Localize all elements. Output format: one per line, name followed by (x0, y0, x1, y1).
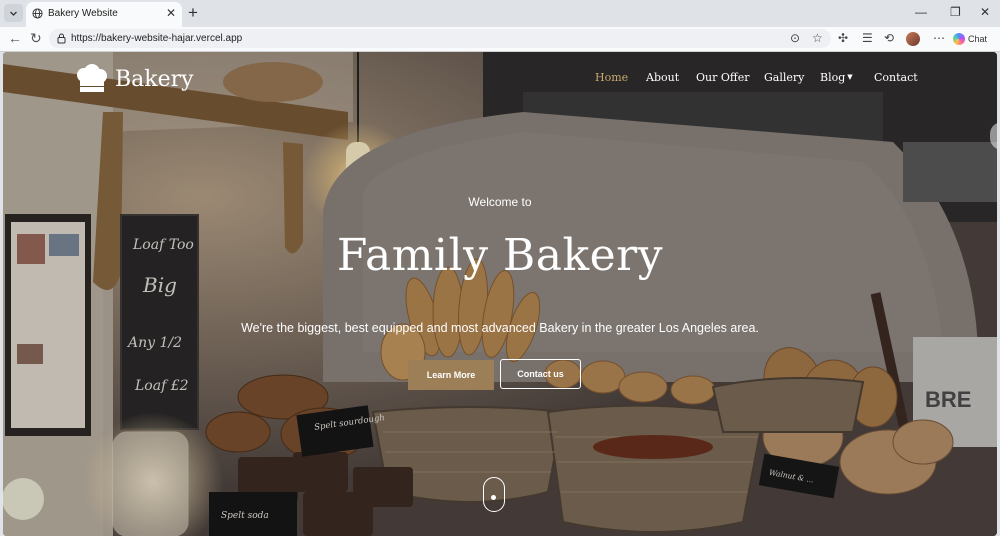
chat-label: Chat (968, 34, 988, 44)
favorites-icon[interactable]: ☰ (862, 32, 873, 44)
history-icon[interactable]: ⟲ (884, 32, 894, 44)
browser-tab-strip: Bakery Website ✕ + — ❐ ✕ (0, 0, 1000, 27)
nav-about[interactable]: About (646, 71, 679, 84)
favorite-star-icon[interactable]: ☆ (812, 32, 823, 44)
tab-list-button[interactable] (4, 4, 23, 22)
window-close-icon[interactable]: ✕ (980, 5, 990, 19)
extensions-icon[interactable]: ✣ (838, 32, 848, 44)
logo-text: Bakery (115, 66, 194, 92)
maximize-icon[interactable]: ❐ (950, 5, 961, 19)
learn-more-button[interactable]: Learn More (408, 360, 494, 390)
nav-contact[interactable]: Contact (874, 71, 918, 84)
globe-icon (32, 8, 43, 19)
profile-avatar[interactable] (906, 32, 920, 46)
hero-subtitle: We're the biggest, best equipped and mos… (241, 321, 759, 335)
settings-more-icon[interactable]: ⋯ (933, 32, 945, 44)
scroll-dot (491, 495, 496, 500)
chevron-down-icon (10, 11, 17, 16)
contact-us-button[interactable]: Contact us (500, 359, 581, 389)
hero-title: Family Bakery (336, 230, 664, 281)
browser-tab[interactable]: Bakery Website ✕ (26, 2, 182, 27)
tab-title: Bakery Website (48, 8, 118, 19)
page-viewport: Loaf Too Big Any 1/2 Loaf £2 BRE Spelt s… (3, 52, 997, 536)
copilot-icon (953, 33, 965, 45)
nav-blog[interactable]: Blog ▼ (820, 71, 853, 84)
new-tab-icon[interactable]: + (188, 4, 198, 21)
hero-overlay (3, 52, 997, 536)
hero-welcome-text: Welcome to (468, 195, 532, 209)
nav-blog-label: Blog (820, 71, 846, 84)
close-tab-icon[interactable]: ✕ (166, 7, 176, 19)
back-icon[interactable]: ← (8, 31, 22, 45)
nav-gallery[interactable]: Gallery (764, 71, 804, 84)
nav-our-offer[interactable]: Our Offer (696, 71, 749, 84)
address-bar-row: ← ↻ https://bakery-website-hajar.vercel.… (0, 27, 1000, 52)
corner-widget[interactable] (2, 478, 44, 520)
nav-home[interactable]: Home (595, 71, 628, 84)
lock-icon[interactable] (57, 33, 66, 44)
caret-down-icon: ▼ (847, 73, 853, 81)
site-logo[interactable]: Bakery (73, 64, 194, 94)
url-text[interactable]: https://bakery-website-hajar.vercel.app (71, 33, 242, 44)
reload-icon[interactable]: ↻ (30, 31, 42, 45)
copilot-chat-button[interactable]: Chat (953, 31, 987, 47)
chef-hat-icon (77, 64, 107, 92)
more-options-circle-icon[interactable]: ⊙ (790, 32, 800, 44)
minimize-icon[interactable]: — (915, 5, 927, 19)
scroll-down-indicator[interactable] (483, 477, 505, 512)
address-bar[interactable]: https://bakery-website-hajar.vercel.app … (49, 29, 831, 48)
